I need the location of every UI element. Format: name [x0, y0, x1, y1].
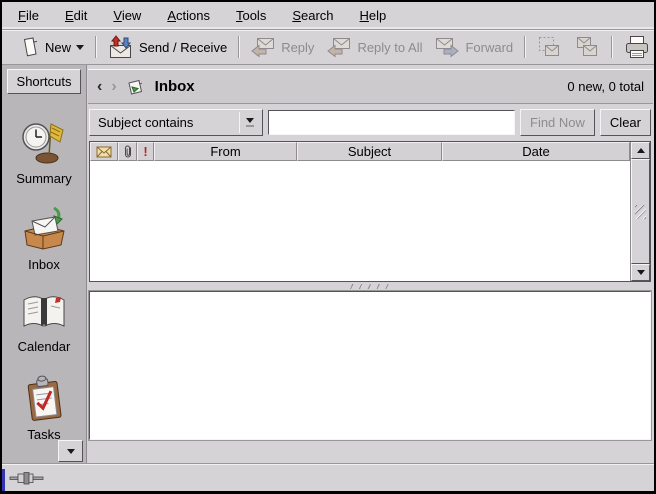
message-list-scrollbar: [630, 142, 650, 281]
search-criteria-dropdown[interactable]: Subject contains: [89, 109, 263, 136]
inbox-folder-icon: [126, 78, 146, 96]
scroll-down-button[interactable]: [631, 264, 650, 281]
forward-arrow-icon[interactable]: ›: [111, 79, 116, 95]
scrollbar-thumb[interactable]: [631, 159, 650, 264]
menu-tools[interactable]: Tools: [228, 4, 274, 27]
splitter-grip: [349, 284, 393, 289]
priority-icon: !: [143, 144, 147, 159]
send-receive-label: Send / Receive: [139, 40, 227, 55]
column-date-label: Date: [522, 144, 549, 159]
menu-actions[interactable]: Actions: [159, 4, 218, 27]
status-bar: [2, 463, 654, 491]
print-icon: [623, 34, 651, 60]
toolbar-separator: [524, 36, 525, 58]
sidebar-item-label: Calendar: [18, 339, 71, 354]
main-toolbar: New Send / Receive: [2, 30, 654, 65]
sidebar-item-calendar[interactable]: Calendar: [18, 292, 71, 354]
search-criteria-value: Subject contains: [90, 115, 239, 130]
folder-message-count: 0 new, 0 total: [567, 79, 644, 94]
folder-title: Inbox: [155, 78, 195, 95]
toolbar-separator: [95, 36, 96, 58]
folder-header: ‹ › Inbox 0 new, 0 total: [88, 69, 653, 104]
message-status-icon: [96, 146, 112, 158]
message-list-body[interactable]: [90, 161, 630, 281]
online-strip: [2, 469, 5, 491]
toolbar-separator: [611, 36, 612, 58]
scroll-up-button[interactable]: [631, 142, 650, 159]
attachment-icon: [123, 144, 133, 159]
menu-help[interactable]: Help: [352, 4, 395, 27]
reply-to-all-button[interactable]: Reply to All: [320, 32, 428, 62]
toolbar-separator: [238, 36, 239, 58]
menu-search[interactable]: Search: [284, 4, 341, 27]
search-input[interactable]: [268, 110, 515, 135]
new-button-label: New: [45, 40, 71, 55]
message-list-columns: ! From Subject Date: [90, 142, 630, 281]
sidebar-item-tasks[interactable]: Tasks: [21, 374, 67, 442]
send-receive-icon: [107, 35, 134, 60]
sidebar-item-label: Tasks: [27, 427, 60, 442]
menu-bar: File Edit View Actions Tools Search Help: [2, 2, 654, 30]
move-message-button[interactable]: [530, 32, 568, 62]
reply-all-icon: [326, 35, 352, 59]
column-from-label: From: [210, 144, 240, 159]
reply-button[interactable]: Reply: [244, 32, 320, 62]
menu-view[interactable]: View: [105, 4, 149, 27]
new-document-icon: [20, 36, 40, 58]
send-receive-button[interactable]: Send / Receive: [101, 32, 233, 63]
column-subject-label: Subject: [348, 144, 391, 159]
sidebar-item-label: Inbox: [28, 257, 60, 272]
tasks-clipboard-icon: [21, 374, 67, 422]
sidebar-item-label: Summary: [16, 171, 72, 186]
message-list-header: ! From Subject Date: [90, 142, 630, 161]
find-now-button[interactable]: Find Now: [520, 109, 595, 136]
shortcuts-group-button[interactable]: Shortcuts: [7, 69, 81, 94]
copy-message-icon: [574, 35, 600, 59]
inbox-tray-icon: [18, 206, 70, 252]
forward-button[interactable]: Forward: [428, 32, 519, 62]
summary-clock-icon: [20, 120, 68, 166]
mail-view: ‹ › Inbox 0 new, 0 total Subject contain…: [87, 65, 654, 464]
body: Shortcuts Summary: [2, 65, 654, 464]
sidebar-scroll-down-button[interactable]: [58, 440, 83, 462]
search-bar: Subject contains Find Now Clear: [89, 108, 651, 137]
column-subject[interactable]: Subject: [297, 142, 442, 161]
chevron-down-icon: [76, 45, 84, 50]
forward-label: Forward: [465, 40, 513, 55]
message-preview-pane[interactable]: [89, 291, 651, 440]
pane-splitter[interactable]: [87, 282, 654, 291]
evolution-mail-window: File Edit View Actions Tools Search Help…: [0, 0, 656, 494]
print-button[interactable]: [617, 31, 656, 63]
clear-button[interactable]: Clear: [600, 109, 651, 136]
forward-icon: [434, 35, 460, 59]
column-date[interactable]: Date: [442, 142, 630, 161]
move-message-icon: [536, 35, 562, 59]
column-attachment[interactable]: [118, 142, 137, 161]
back-arrow-icon[interactable]: ‹: [97, 79, 102, 95]
chevron-up-icon: [637, 148, 645, 153]
scrollbar-grip: [635, 205, 646, 219]
reply-to-all-label: Reply to All: [357, 40, 422, 55]
menu-edit[interactable]: Edit: [57, 4, 95, 27]
reply-label: Reply: [281, 40, 314, 55]
reply-icon: [250, 35, 276, 59]
column-message-status[interactable]: [90, 142, 118, 161]
sidebar-item-summary[interactable]: Summary: [16, 120, 72, 186]
message-list: ! From Subject Date: [89, 141, 651, 282]
shortcuts-sidebar: Shortcuts Summary: [2, 65, 87, 464]
connector-icon[interactable]: [9, 471, 45, 485]
chevron-down-icon: [637, 270, 645, 275]
chevron-down-icon: [239, 112, 260, 133]
new-button[interactable]: New: [14, 33, 90, 61]
chevron-down-icon: [67, 449, 75, 454]
column-from[interactable]: From: [154, 142, 297, 161]
column-priority[interactable]: !: [137, 142, 154, 161]
menu-file[interactable]: File: [10, 4, 47, 27]
sidebar-item-inbox[interactable]: Inbox: [18, 206, 70, 272]
calendar-book-icon: [18, 292, 70, 334]
copy-message-button[interactable]: [568, 32, 606, 62]
